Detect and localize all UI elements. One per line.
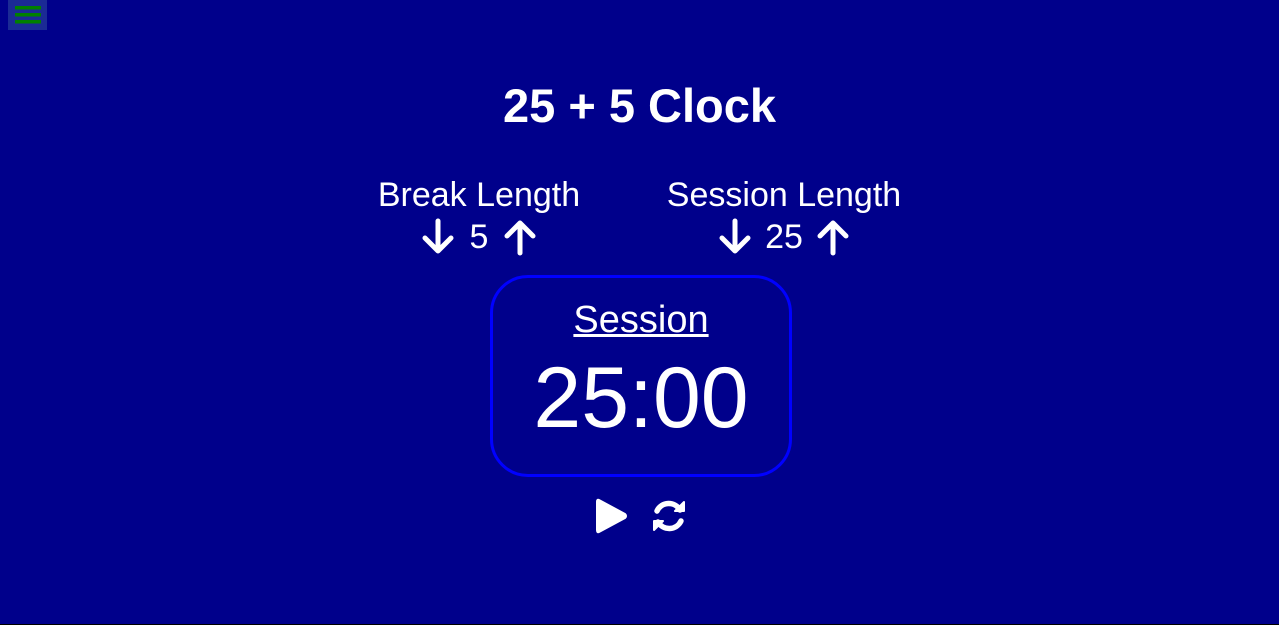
start-stop-button[interactable] [589, 494, 633, 538]
session-decrement-button[interactable] [717, 217, 753, 257]
time-left: 25:00 [533, 350, 749, 446]
break-increment-button[interactable] [502, 217, 538, 257]
session-label: Session Length [666, 176, 902, 214]
app-root: 25 + 5 Clock Break Length 5 Session Leng… [0, 0, 1279, 625]
menu-button[interactable] [8, 0, 47, 30]
break-decrement-button[interactable] [420, 217, 456, 257]
timer-controls [0, 494, 1279, 538]
hamburger-menu-icon [14, 6, 41, 24]
arrow-down-icon [719, 218, 751, 254]
refresh-icon [652, 500, 685, 532]
session-increment-button[interactable] [815, 217, 851, 257]
session-length-panel: Session Length 25 [654, 176, 914, 258]
page-title: 25 + 5 Clock [502, 79, 777, 132]
timer-display: Session 25:00 [490, 275, 792, 477]
break-label: Break Length [377, 176, 581, 214]
arrow-up-icon [817, 220, 849, 256]
break-length-value: 5 [469, 218, 489, 256]
timer-label: Session [573, 299, 709, 341]
break-length-panel: Break Length 5 [369, 176, 589, 258]
session-controls: 25 [654, 216, 914, 258]
arrow-up-icon [504, 220, 536, 256]
session-length-value: 25 [765, 218, 803, 256]
arrow-down-icon [422, 218, 454, 254]
reset-button[interactable] [647, 494, 691, 538]
play-icon [595, 498, 627, 534]
break-controls: 5 [369, 216, 589, 258]
